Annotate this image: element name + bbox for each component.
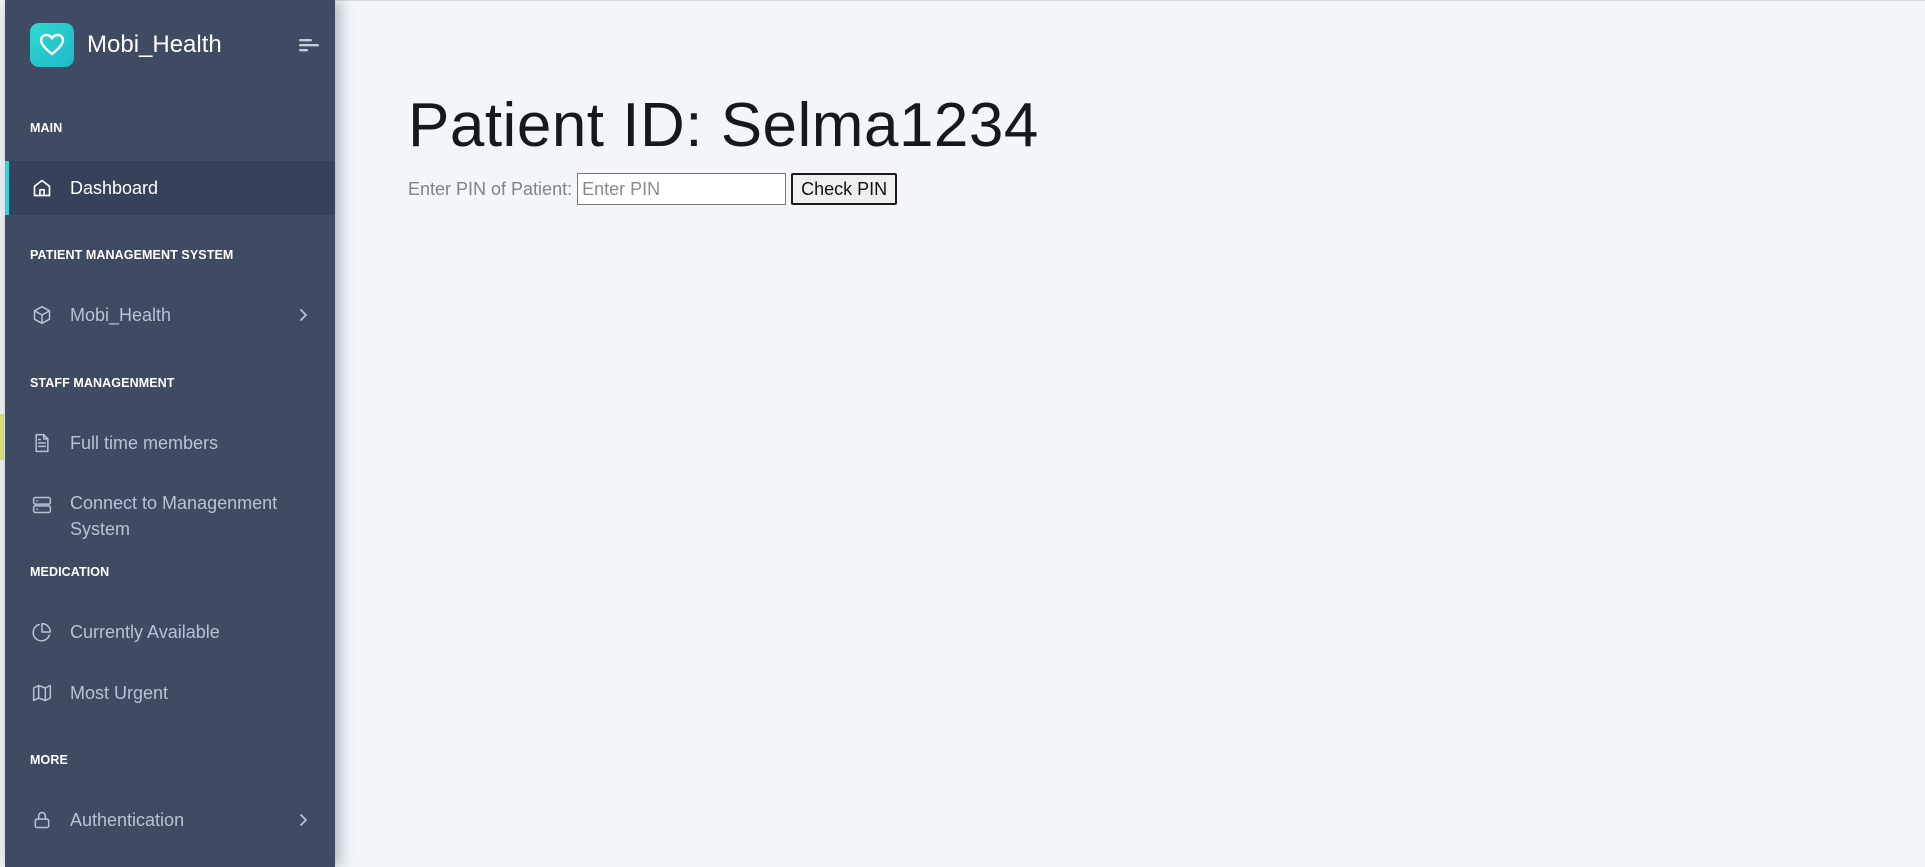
chevron-right-icon <box>295 812 311 828</box>
document-icon <box>31 432 53 454</box>
pie-chart-icon <box>31 621 53 643</box>
sidebar-item-label: Authentication <box>70 809 185 830</box>
sidebar-item-connect-management[interactable]: Connect to Managenment System <box>5 486 335 548</box>
cube-icon <box>31 304 53 326</box>
pin-label: Enter PIN of Patient: <box>408 178 573 199</box>
check-pin-button[interactable]: Check PIN <box>791 173 898 205</box>
section-label-staff: STAFF MANAGENMENT <box>30 376 175 390</box>
home-icon <box>31 177 53 199</box>
page: Mobi_Health MAIN Dashboard PATIENT MANAG… <box>0 0 1925 867</box>
sidebar-item-dashboard[interactable]: Dashboard <box>5 161 335 215</box>
lock-icon <box>31 809 53 831</box>
chevron-right-icon <box>295 307 311 323</box>
sidebar-item-full-time-members[interactable]: Full time members <box>5 416 335 470</box>
pin-form: Enter PIN of Patient: Check PIN <box>408 173 1039 205</box>
sidebar-item-currently-available[interactable]: Currently Available <box>5 605 335 659</box>
heart-logo-icon <box>30 23 74 67</box>
app-name: Mobi_Health <box>87 31 222 58</box>
map-icon <box>31 682 53 704</box>
sidebar-item-authentication[interactable]: Authentication <box>5 793 335 847</box>
server-icon <box>31 494 53 516</box>
top-divider <box>335 0 1925 1</box>
sidebar-item-label: Connect to Managenment System <box>70 493 278 539</box>
sidebar-item-label: Most Urgent <box>70 682 169 703</box>
sidebar-item-label: Full time members <box>70 432 219 453</box>
section-label-pms: PATIENT MANAGEMENT SYSTEM <box>30 248 234 262</box>
sidebar-item-mobi-health[interactable]: Mobi_Health <box>5 288 335 342</box>
sidebar-item-label: Dashboard <box>70 177 159 198</box>
sidebar: Mobi_Health MAIN Dashboard PATIENT MANAG… <box>5 0 335 867</box>
page-title: Patient ID: Selma1234 <box>408 91 1039 160</box>
pin-input[interactable] <box>577 173 787 205</box>
sidebar-item-label: Mobi_Health <box>70 304 172 325</box>
sidebar-item-label: Currently Available <box>70 621 220 642</box>
main-content: Patient ID: Selma1234 Enter PIN of Patie… <box>408 90 1039 205</box>
section-label-medication: MEDICATION <box>30 565 110 579</box>
brand[interactable]: Mobi_Health <box>30 22 320 68</box>
section-label-main: MAIN <box>30 121 63 135</box>
sidebar-item-most-urgent[interactable]: Most Urgent <box>5 666 335 720</box>
menu-toggle-icon[interactable] <box>298 35 320 55</box>
section-label-more: MORE <box>30 753 68 767</box>
window-edge-accent <box>0 414 4 460</box>
